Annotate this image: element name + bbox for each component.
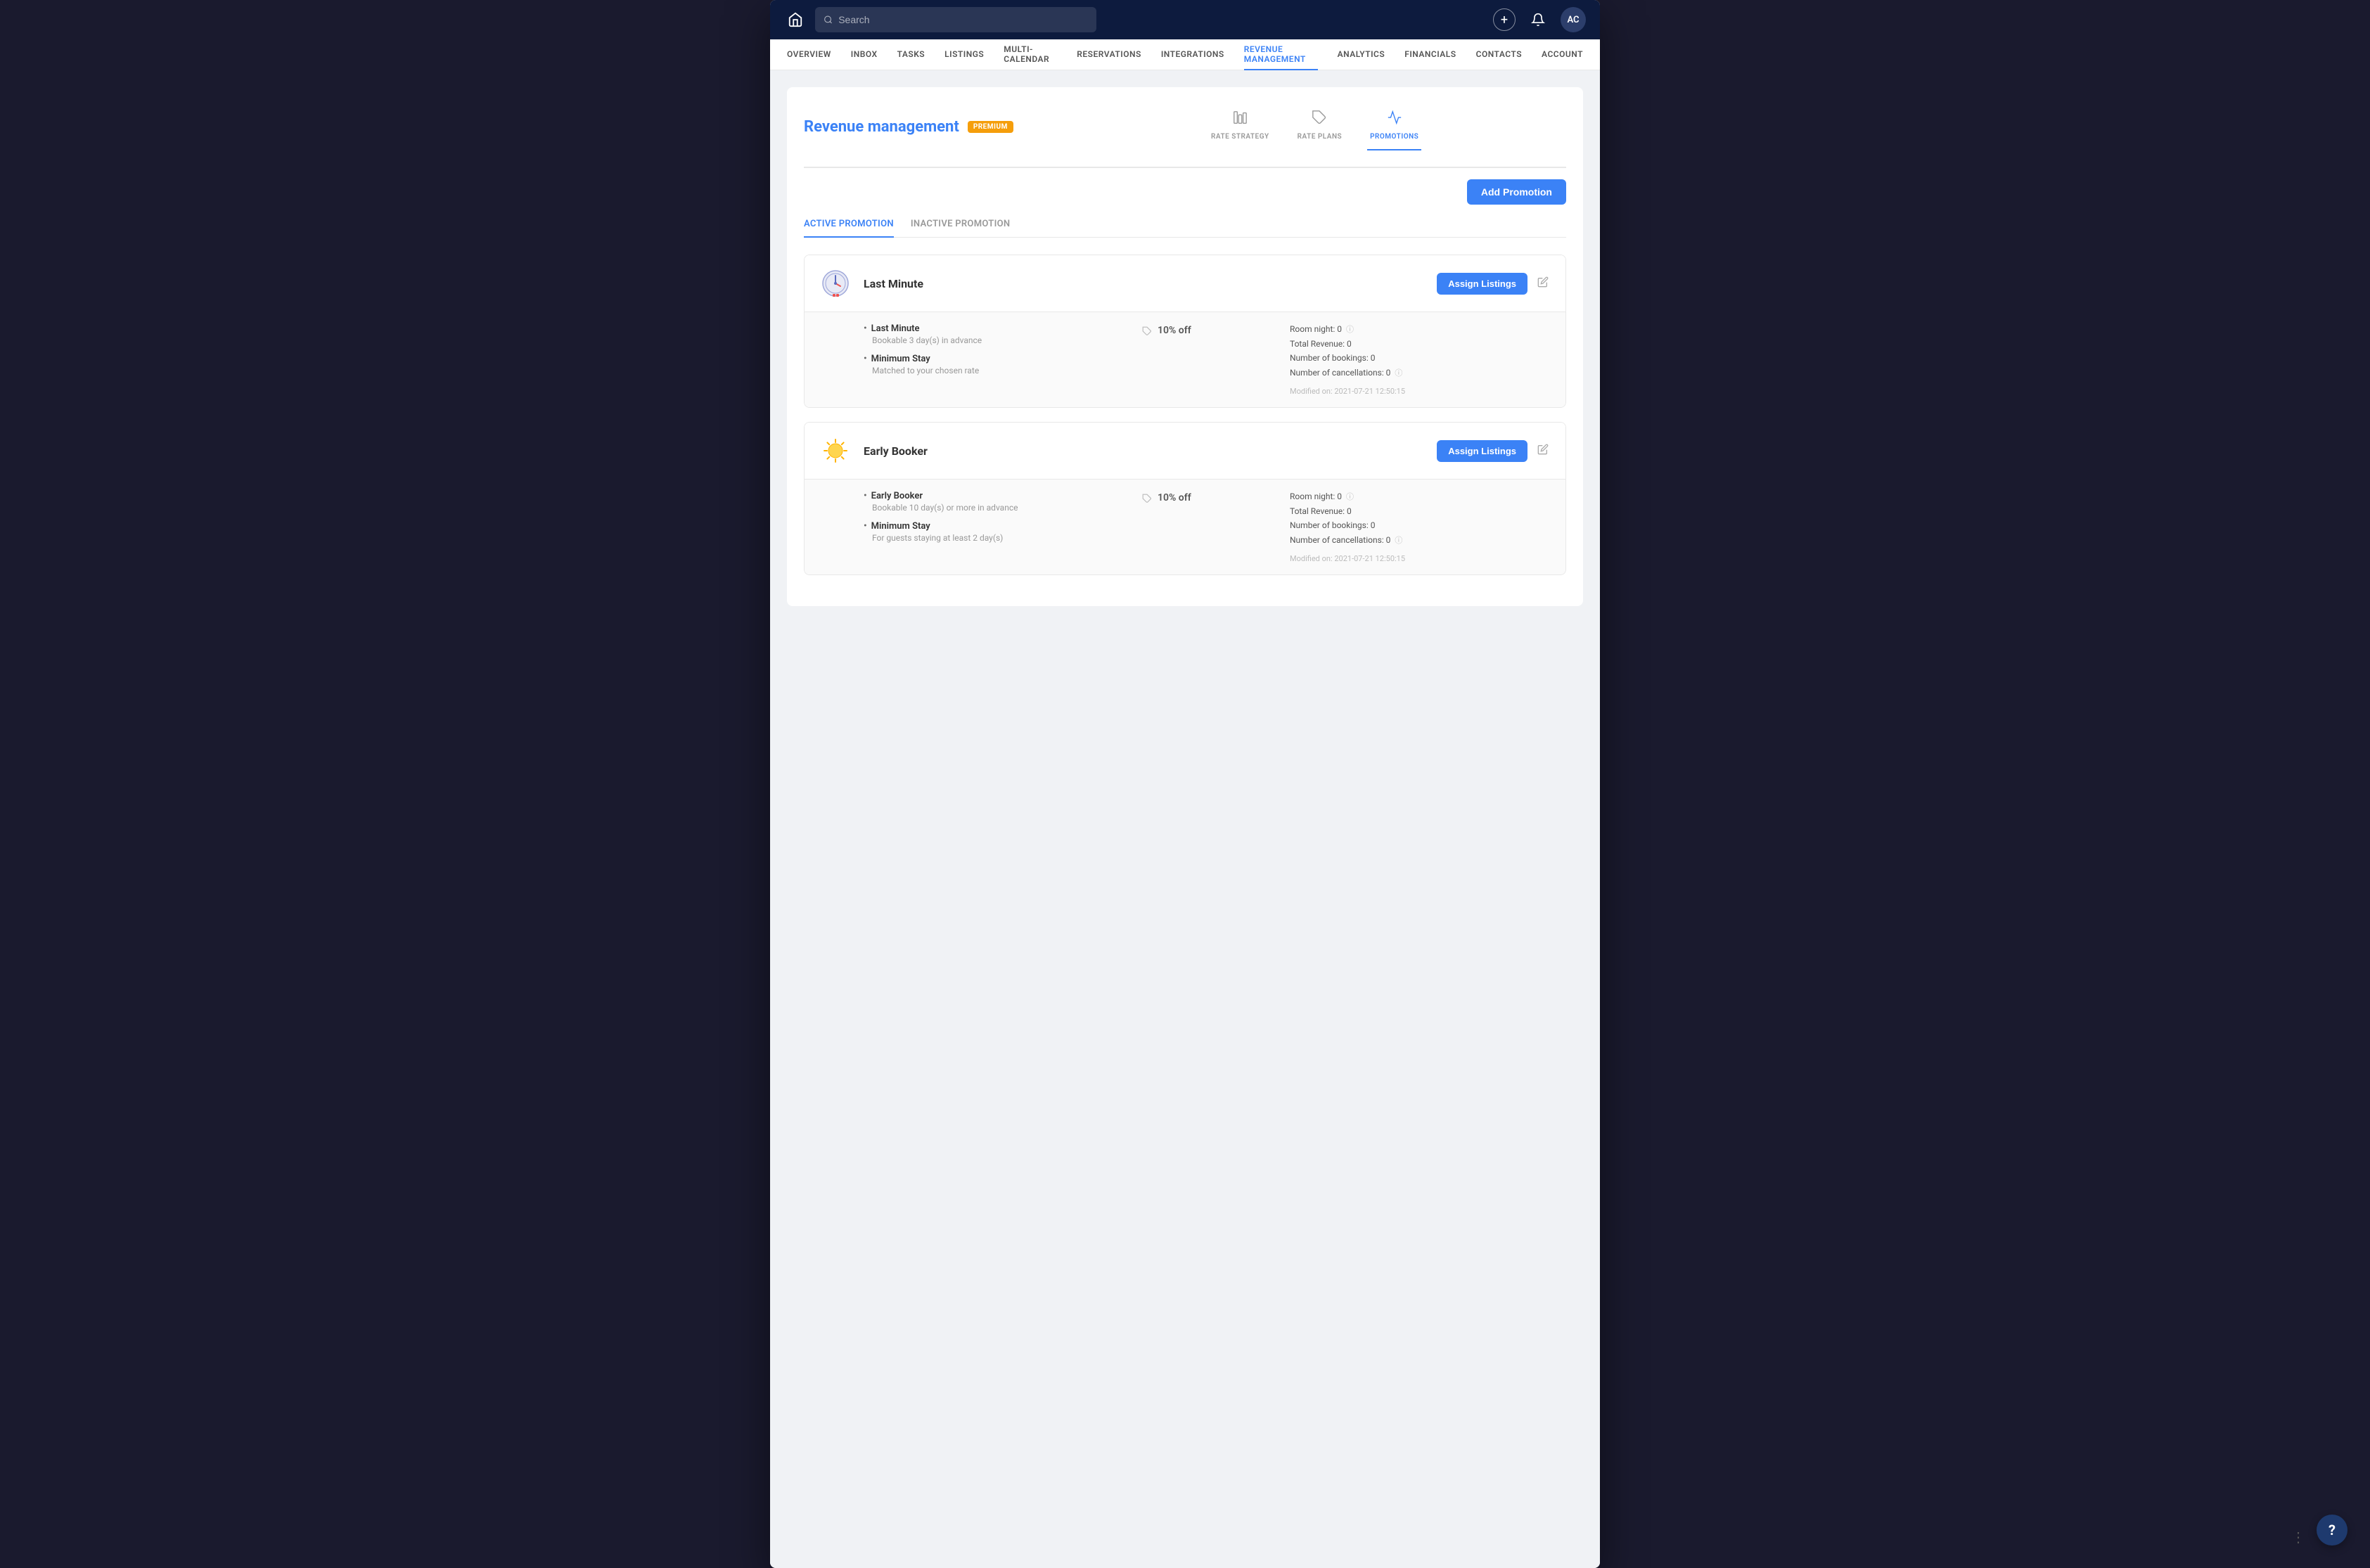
- main-content: Revenue management PREMIUM RATE S: [770, 70, 1600, 1568]
- tab-rate-plans[interactable]: RATE PLANS: [1295, 104, 1345, 150]
- stat-cancellations: Number of cancellations: 0 ⓘ: [1290, 534, 1551, 546]
- tag-icon: [1142, 326, 1152, 336]
- promo-header-early-booker: Early Booker Assign Listings: [805, 423, 1565, 479]
- tab-inactive-promotion[interactable]: INACTIVE PROMOTION: [911, 219, 1011, 238]
- early-booker-detail: Early Booker Bookable 10 day(s) or more …: [805, 479, 1565, 574]
- help-button[interactable]: ?: [2317, 1515, 2347, 1545]
- promotion-tabs: ACTIVE PROMOTION INACTIVE PROMOTION: [804, 219, 1566, 238]
- content-card: Revenue management PREMIUM RATE S: [787, 87, 1583, 606]
- promo-card-last-minute: Last Minute Assign Listings: [804, 255, 1566, 408]
- home-button[interactable]: [784, 8, 807, 31]
- edit-button-early-booker[interactable]: [1535, 441, 1551, 461]
- condition-sub: Bookable 3 day(s) in advance: [872, 335, 1125, 345]
- stat-total-revenue: Total Revenue: 0: [1290, 339, 1551, 349]
- notifications-button[interactable]: [1527, 8, 1549, 31]
- nav-analytics[interactable]: ANALYTICS: [1338, 39, 1385, 70]
- early-booker-stats: Room night: 0 ⓘ Total Revenue: 0 Number …: [1290, 491, 1551, 563]
- nav-integrations[interactable]: INTEGRATIONS: [1161, 39, 1224, 70]
- rate-plans-icon: [1312, 110, 1327, 129]
- search-bar[interactable]: [815, 7, 1096, 32]
- stat-room-night: Room night: 0 ⓘ: [1290, 491, 1551, 502]
- nav-tasks[interactable]: TASKS: [897, 39, 925, 70]
- last-minute-stats: Room night: 0 ⓘ Total Revenue: 0 Number …: [1290, 323, 1551, 396]
- tag-icon: [1142, 494, 1152, 503]
- nav-account[interactable]: ACCOUNT: [1542, 39, 1583, 70]
- nav-revenue-management[interactable]: REVENUE MANAGEMENT: [1244, 39, 1318, 70]
- condition-title: Minimum Stay: [864, 521, 1125, 532]
- add-promotion-button[interactable]: Add Promotion: [1467, 179, 1566, 205]
- early-booker-discount: 10% off: [1142, 491, 1273, 563]
- rate-strategy-label: RATE STRATEGY: [1211, 133, 1269, 141]
- early-booker-icon: [819, 434, 852, 468]
- last-minute-conditions: Last Minute Bookable 3 day(s) in advance…: [864, 323, 1125, 396]
- add-button[interactable]: +: [1493, 8, 1516, 31]
- rate-plans-label: RATE PLANS: [1298, 133, 1342, 141]
- nav-contacts[interactable]: CONTACTS: [1476, 39, 1522, 70]
- info-icon[interactable]: ⓘ: [1346, 491, 1354, 502]
- condition-item: Minimum Stay Matched to your chosen rate: [864, 354, 1125, 375]
- stat-cancellations: Number of cancellations: 0 ⓘ: [1290, 367, 1551, 378]
- tab-promotions[interactable]: PROMOTIONS: [1367, 104, 1421, 150]
- last-minute-detail: Last Minute Bookable 3 day(s) in advance…: [805, 311, 1565, 407]
- condition-sub: Bookable 10 day(s) or more in advance: [872, 503, 1125, 513]
- page-header: Revenue management PREMIUM RATE S: [804, 104, 1566, 150]
- last-minute-actions: Assign Listings: [1437, 273, 1551, 295]
- tab-rate-strategy[interactable]: RATE STRATEGY: [1208, 104, 1272, 150]
- nav-listings[interactable]: LISTINGS: [944, 39, 984, 70]
- condition-title: Last Minute: [864, 323, 1125, 334]
- stat-total-revenue: Total Revenue: 0: [1290, 506, 1551, 516]
- condition-sub: Matched to your chosen rate: [872, 366, 1125, 375]
- search-input[interactable]: [838, 14, 1088, 25]
- rate-strategy-icon: [1232, 110, 1248, 129]
- info-icon[interactable]: ⓘ: [1395, 367, 1402, 378]
- nav-financials[interactable]: FINANCIALS: [1404, 39, 1456, 70]
- avatar[interactable]: AC: [1561, 7, 1586, 32]
- assign-listings-button-last-minute[interactable]: Assign Listings: [1437, 273, 1527, 295]
- edit-button-last-minute[interactable]: [1535, 274, 1551, 294]
- promotions-icon: [1387, 110, 1402, 129]
- nav-reservations[interactable]: RESERVATIONS: [1077, 39, 1141, 70]
- modified-date: Modified on: 2021-07-21 12:50:15: [1290, 387, 1551, 396]
- nav-overview[interactable]: OVERVIEW: [787, 39, 831, 70]
- condition-sub: For guests staying at least 2 day(s): [872, 533, 1125, 543]
- info-icon[interactable]: ⓘ: [1346, 323, 1354, 335]
- promo-header-last-minute: Last Minute Assign Listings: [805, 255, 1565, 311]
- info-icon[interactable]: ⓘ: [1395, 534, 1402, 546]
- nav-multi-calendar[interactable]: MULTI-CALENDAR: [1004, 39, 1057, 70]
- early-booker-name: Early Booker: [864, 444, 1426, 458]
- condition-title: Early Booker: [864, 491, 1125, 501]
- stat-bookings: Number of bookings: 0: [1290, 520, 1551, 530]
- last-minute-icon: [819, 266, 852, 300]
- help-menu-dots[interactable]: ⋮: [2291, 1529, 2307, 1545]
- last-minute-discount: 10% off: [1142, 323, 1273, 396]
- premium-badge: PREMIUM: [968, 121, 1013, 133]
- condition-title: Minimum Stay: [864, 354, 1125, 364]
- stat-bookings: Number of bookings: 0: [1290, 353, 1551, 363]
- condition-item: Minimum Stay For guests staying at least…: [864, 521, 1125, 543]
- page-title: Revenue management: [804, 118, 959, 136]
- stat-room-night: Room night: 0 ⓘ: [1290, 323, 1551, 335]
- nav-inbox[interactable]: INBOX: [851, 39, 878, 70]
- top-bar: + AC: [770, 0, 1600, 39]
- nav-bar: OVERVIEW INBOX TASKS LISTINGS MULTI-CALE…: [770, 39, 1600, 70]
- top-bar-right: + AC: [1493, 7, 1586, 32]
- search-icon: [824, 15, 833, 25]
- discount-value: 10% off: [1158, 492, 1191, 503]
- assign-listings-button-early-booker[interactable]: Assign Listings: [1437, 440, 1527, 462]
- promotions-label: PROMOTIONS: [1370, 133, 1418, 141]
- early-booker-conditions: Early Booker Bookable 10 day(s) or more …: [864, 491, 1125, 563]
- browser-window: + AC OVERVIEW INBOX TASKS LISTINGS MULTI…: [770, 0, 1600, 1568]
- add-promotion-wrap: Add Promotion: [804, 179, 1566, 205]
- last-minute-name: Last Minute: [864, 277, 1426, 290]
- discount-value: 10% off: [1158, 325, 1191, 336]
- condition-item: Early Booker Bookable 10 day(s) or more …: [864, 491, 1125, 513]
- promo-card-early-booker: Early Booker Assign Listings: [804, 422, 1566, 575]
- tab-active-promotion[interactable]: ACTIVE PROMOTION: [804, 219, 894, 238]
- early-booker-actions: Assign Listings: [1437, 440, 1551, 462]
- condition-item: Last Minute Bookable 3 day(s) in advance: [864, 323, 1125, 345]
- modified-date: Modified on: 2021-07-21 12:50:15: [1290, 554, 1551, 563]
